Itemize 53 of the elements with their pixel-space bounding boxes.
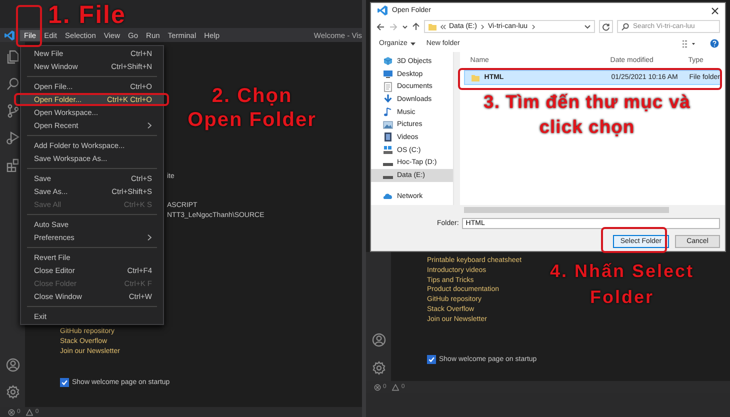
check-icon	[61, 379, 68, 386]
monitor-icon	[383, 69, 393, 80]
back-arrow-icon[interactable]	[376, 22, 385, 30]
settings-icon	[372, 361, 386, 375]
annotation-text: 1. File	[48, 0, 126, 30]
caret-icon[interactable]	[584, 24, 591, 30]
vscode-logo-icon	[4, 30, 15, 40]
close-icon[interactable]	[711, 6, 719, 14]
network-icon	[383, 191, 393, 202]
checkbox[interactable]	[60, 378, 69, 388]
error-icon	[374, 384, 381, 390]
document-icon	[383, 82, 393, 92]
branch-icon	[6, 104, 20, 118]
double-chevron-icon	[440, 24, 446, 30]
annotation-text: Folder	[588, 286, 655, 309]
view-options-icon[interactable]	[682, 40, 696, 48]
annotation-text: Open Folder	[186, 108, 318, 132]
annotation-text: 4. Nhấn Select	[548, 260, 696, 283]
warning-icon	[392, 384, 400, 390]
refresh-button[interactable]	[599, 20, 613, 33]
cube-icon	[383, 56, 393, 66]
highlight-frame	[601, 227, 667, 253]
check-icon	[428, 356, 435, 363]
drive-icon	[383, 145, 393, 156]
caret-icon[interactable]	[402, 22, 408, 30]
caret-icon	[410, 42, 416, 46]
account-icon	[6, 358, 20, 372]
annotation-text: 2. Chọn	[210, 84, 294, 108]
chevron-right-icon	[530, 24, 536, 30]
settings-icon	[6, 385, 20, 399]
film-icon	[383, 132, 393, 142]
folder-icon	[471, 74, 480, 82]
search-icon	[621, 22, 629, 30]
checkbox[interactable]	[427, 354, 436, 364]
account-icon	[372, 333, 386, 347]
refresh-icon	[602, 22, 610, 30]
image-icon	[383, 120, 393, 130]
vscode-logo-icon	[377, 5, 388, 16]
warning-icon	[26, 408, 34, 416]
highlight-frame	[16, 5, 42, 47]
annotation-text: 3. Tìm đến thư mục và	[482, 90, 692, 114]
download-arrow-icon	[383, 94, 393, 104]
folder-icon	[428, 22, 437, 31]
extensions-icon	[6, 158, 20, 172]
chevron-right-icon	[480, 24, 486, 30]
music-note-icon	[383, 107, 393, 118]
play-bug-icon	[6, 131, 20, 145]
help-icon[interactable]	[710, 39, 719, 48]
search-icon	[6, 77, 20, 91]
files-icon	[6, 50, 20, 64]
up-arrow-icon[interactable]	[412, 22, 420, 31]
error-icon	[8, 408, 15, 416]
annotation-text: click chọn	[538, 115, 636, 139]
